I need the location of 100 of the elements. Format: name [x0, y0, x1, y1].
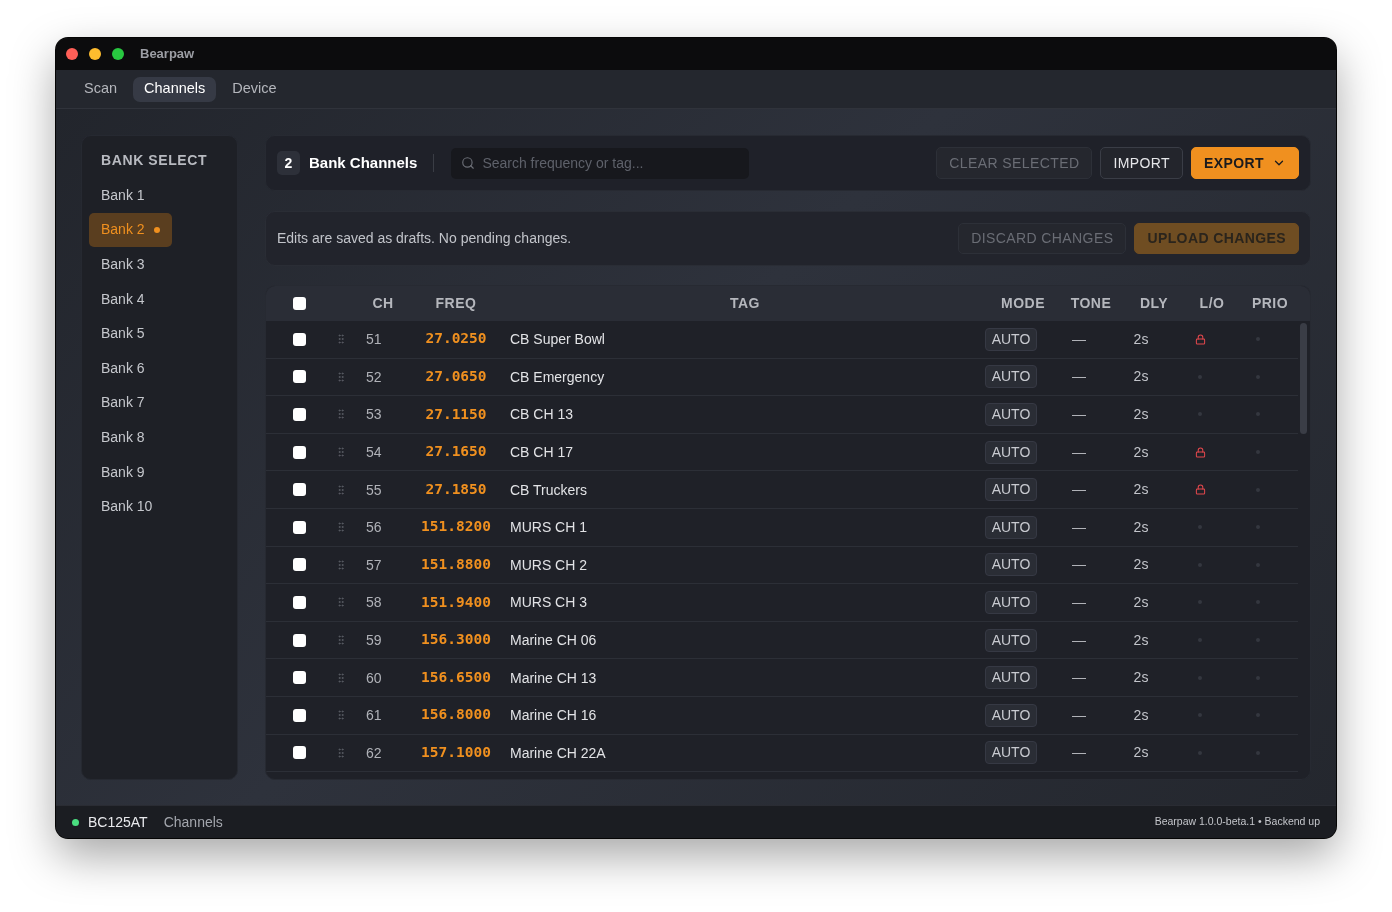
bank-item[interactable]: Bank 8: [89, 420, 157, 455]
bank-item[interactable]: Bank 3: [89, 247, 157, 282]
checkbox[interactable]: [292, 445, 306, 459]
column-header: DLY: [1139, 294, 1169, 313]
tag-label: CB Truckers: [510, 481, 587, 498]
column-header: L/O: [1199, 294, 1225, 313]
bank-item[interactable]: Bank 1: [89, 178, 157, 213]
delay-value: 2s: [1133, 705, 1149, 725]
tone-value: —: [1072, 705, 1086, 725]
mode-button[interactable]: AUTO: [984, 365, 1038, 389]
delay-value: 2s: [1133, 555, 1149, 575]
tone-value: —: [1072, 442, 1086, 462]
bank-item[interactable]: Bank 4: [89, 282, 157, 317]
bank-item[interactable]: Bank 9: [89, 455, 157, 490]
mode-button[interactable]: AUTO: [984, 440, 1038, 464]
channel-number: 53: [366, 406, 382, 423]
mode-button[interactable]: AUTO: [984, 403, 1038, 426]
checkbox[interactable]: [292, 297, 306, 310]
bank-item[interactable]: Bank 6: [89, 351, 157, 386]
channel-number: 60: [366, 669, 382, 686]
delay-value: 2s: [1133, 592, 1149, 612]
column-header: MODE: [1001, 294, 1045, 313]
checkbox[interactable]: [292, 633, 306, 647]
frequency: 27.1850: [425, 479, 487, 499]
checkbox[interactable]: [292, 671, 306, 685]
tone-value: —: [1072, 480, 1086, 500]
version-info: Bearpaw 1.0.0-beta.1 • Backend up: [1154, 814, 1320, 830]
delay-value: 2s: [1133, 743, 1149, 763]
tab[interactable]: Scan: [73, 76, 129, 102]
column-header: FREQ: [435, 294, 477, 313]
checkbox[interactable]: [292, 370, 306, 384]
mode-button[interactable]: AUTO: [984, 741, 1038, 765]
tag-label: CB Emergency: [510, 368, 605, 385]
delay-value: 2s: [1133, 442, 1149, 462]
column-header: PRIO: [1251, 294, 1289, 313]
search-field[interactable]: Search frequency or tag...: [451, 147, 750, 179]
frequency: 156.3000: [421, 630, 491, 650]
channel-number: 59: [366, 632, 382, 649]
action-button[interactable]: IMPORT: [1100, 147, 1184, 179]
bank-item[interactable]: Bank 5: [89, 316, 157, 351]
channel-number: 56: [366, 519, 382, 536]
tab[interactable]: Device: [221, 76, 288, 102]
bank-item[interactable]: Bank 10: [89, 489, 165, 524]
delay-value: 2s: [1133, 480, 1149, 500]
channel-number: 54: [366, 444, 382, 461]
channel-number: 58: [366, 594, 382, 611]
mode-button[interactable]: AUTO: [984, 703, 1038, 727]
channel-number: 52: [366, 368, 382, 385]
delay-value: 2s: [1133, 405, 1149, 424]
checkbox[interactable]: [292, 746, 306, 760]
frequency: 151.8800: [421, 555, 491, 574]
minimize-window-button[interactable]: [89, 48, 101, 60]
checkbox[interactable]: [292, 483, 306, 497]
column-header: TONE: [1070, 294, 1112, 313]
tone-value: —: [1072, 329, 1086, 349]
bank-item[interactable]: Bank 7: [89, 385, 157, 420]
primary-action-button[interactable]: EXPORT: [1191, 147, 1299, 179]
channel-number: 61: [366, 707, 382, 724]
scrollbar-thumb[interactable]: [1300, 323, 1307, 434]
frequency: 157.1000: [421, 742, 491, 762]
mode-button[interactable]: AUTO: [984, 628, 1038, 652]
mode-button[interactable]: AUTO: [984, 666, 1038, 690]
frequency: 151.8200: [421, 517, 491, 537]
tag-label: MURS CH 3: [510, 594, 587, 611]
current-view: Channels: [163, 812, 223, 832]
delay-value: 2s: [1133, 517, 1149, 537]
tab[interactable]: Channels: [133, 76, 217, 102]
mode-button[interactable]: AUTO: [984, 478, 1038, 502]
tag-label: CB Super Bowl: [510, 331, 605, 348]
mode-button[interactable]: AUTO: [984, 553, 1038, 577]
mode-button[interactable]: AUTO: [984, 515, 1038, 539]
mode-button[interactable]: AUTO: [984, 327, 1038, 351]
lock-icon[interactable]: [1194, 484, 1206, 496]
maximize-window-button[interactable]: [112, 48, 124, 60]
tag-label: MURS CH 1: [510, 519, 587, 536]
close-window-button[interactable]: [66, 48, 78, 60]
mode-button[interactable]: AUTO: [984, 590, 1038, 614]
tag-label: Marine CH 13: [510, 669, 597, 686]
checkbox[interactable]: [292, 520, 306, 534]
checkbox[interactable]: [292, 708, 306, 722]
tag-label: CB CH 17: [510, 444, 574, 461]
bank-item[interactable]: Bank 2: [89, 212, 172, 247]
frequency: 27.1150: [425, 404, 487, 424]
tone-value: —: [1072, 555, 1086, 575]
drafts-message: Edits are saved as drafts. No pending changes.: [277, 229, 572, 248]
checkbox[interactable]: [292, 558, 306, 572]
channel-number: 57: [366, 556, 382, 573]
checkbox[interactable]: [292, 408, 306, 421]
panel-title: Bank Channels: [309, 152, 418, 173]
checkbox[interactable]: [292, 595, 306, 609]
lock-icon[interactable]: [1194, 446, 1206, 458]
checkbox[interactable]: [292, 332, 306, 346]
search-icon: [461, 156, 476, 170]
frequency: 151.9400: [421, 592, 491, 612]
tag-label: Marine CH 16: [510, 707, 597, 724]
sidebar-title: BANK SELECT: [100, 151, 209, 169]
lock-icon[interactable]: [1194, 333, 1206, 345]
channel-number: 55: [366, 481, 382, 498]
tone-value: —: [1072, 668, 1086, 688]
tag-label: CB CH 13: [510, 406, 574, 423]
